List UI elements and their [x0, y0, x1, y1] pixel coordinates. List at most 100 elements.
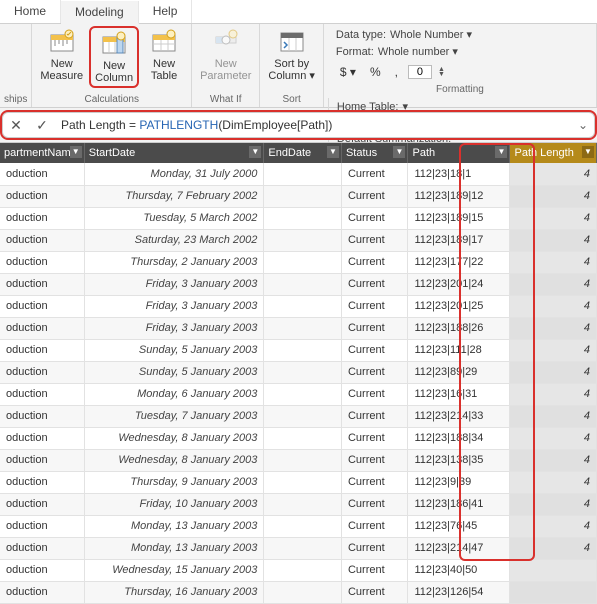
cell-path: 112|23|18|1 [408, 163, 510, 185]
new-parameter-button: New Parameter [196, 26, 255, 84]
currency-format-button[interactable]: $ ▾ [336, 64, 360, 80]
col-header-startdate[interactable]: StartDate▼ [84, 143, 264, 163]
new-measure-button[interactable]: New Measure [36, 26, 87, 84]
cell-status: Current [341, 339, 408, 361]
cell-startdate: Tuesday, 7 January 2003 [84, 405, 264, 427]
filter-icon[interactable]: ▼ [495, 146, 507, 158]
table-row[interactable]: oductionMonday, 13 January 2003Current11… [0, 515, 597, 537]
filter-icon[interactable]: ▼ [393, 146, 405, 158]
cell-status: Current [341, 229, 408, 251]
table-row[interactable]: oductionMonday, 6 January 2003Current112… [0, 383, 597, 405]
tab-help[interactable]: Help [139, 0, 193, 23]
table-row[interactable]: oductionThursday, 2 January 2003Current1… [0, 251, 597, 273]
cell-status: Current [341, 207, 408, 229]
formula-input[interactable]: Path Length = PATHLENGTH(DimEmployee[Pat… [55, 116, 572, 135]
cell-startdate: Sunday, 5 January 2003 [84, 361, 264, 383]
table-row[interactable]: oductionFriday, 3 January 2003Current112… [0, 273, 597, 295]
group-calculations-label: Calculations [36, 94, 187, 106]
cell-status: Current [341, 427, 408, 449]
format-dropdown[interactable]: Format: Whole number ▾ [336, 45, 584, 58]
cell-enddate [264, 339, 342, 361]
cell-startdate: Thursday, 9 January 2003 [84, 471, 264, 493]
tab-home[interactable]: Home [0, 0, 61, 23]
cell-startdate: Sunday, 5 January 2003 [84, 339, 264, 361]
table-row[interactable]: oductionWednesday, 8 January 2003Current… [0, 427, 597, 449]
cell-status: Current [341, 581, 408, 603]
table-row[interactable]: oductionSaturday, 23 March 2002Current11… [0, 229, 597, 251]
col-header-department[interactable]: partmentName▼ [0, 143, 84, 163]
filter-icon[interactable]: ▼ [70, 146, 82, 158]
table-row[interactable]: oductionFriday, 3 January 2003Current112… [0, 317, 597, 339]
table-row[interactable]: oductionThursday, 16 January 2003Current… [0, 581, 597, 603]
cell-pathlength: 4 [510, 163, 597, 185]
filter-icon[interactable]: ▼ [582, 146, 594, 158]
datatype-dropdown[interactable]: Data type: Whole Number ▾ [336, 28, 584, 41]
parameter-icon [212, 28, 240, 56]
table-row[interactable]: oductionWednesday, 15 January 2003Curren… [0, 559, 597, 581]
cell-enddate [264, 559, 342, 581]
tab-modeling[interactable]: Modeling [61, 1, 139, 24]
cell-pathlength: 4 [510, 537, 597, 559]
comma-format-button[interactable]: , [391, 64, 402, 80]
cell-pathlength: 4 [510, 251, 597, 273]
formula-expand-button[interactable]: ⌄ [572, 118, 594, 132]
formula-cancel-button[interactable]: ✕ [3, 117, 29, 134]
table-row[interactable]: oductionFriday, 10 January 2003Current11… [0, 493, 597, 515]
cell-department: oduction [0, 515, 84, 537]
col-header-status[interactable]: Status▼ [341, 143, 408, 163]
cell-path: 112|23|177|22 [408, 251, 510, 273]
percent-format-button[interactable]: % [366, 64, 385, 80]
cell-status: Current [341, 361, 408, 383]
cell-pathlength: 4 [510, 449, 597, 471]
cell-enddate [264, 515, 342, 537]
table-row[interactable]: oductionThursday, 9 January 2003Current1… [0, 471, 597, 493]
cell-enddate [264, 427, 342, 449]
cell-startdate: Friday, 10 January 2003 [84, 493, 264, 515]
table-row[interactable]: oductionMonday, 13 January 2003Current11… [0, 537, 597, 559]
cell-department: oduction [0, 471, 84, 493]
new-table-button[interactable]: New Table [141, 26, 187, 84]
col-header-enddate[interactable]: EndDate▼ [264, 143, 342, 163]
cell-startdate: Wednesday, 8 January 2003 [84, 449, 264, 471]
cell-path: 112|23|9|39 [408, 471, 510, 493]
ribbon-tabs: Home Modeling Help [0, 0, 597, 24]
decimal-spinner[interactable]: ▲▼ [438, 67, 445, 77]
table-row[interactable]: oductionTuesday, 5 March 2002Current112|… [0, 207, 597, 229]
filter-icon[interactable]: ▼ [249, 146, 261, 158]
table-row[interactable]: oductionFriday, 3 January 2003Current112… [0, 295, 597, 317]
cell-path: 112|23|188|26 [408, 317, 510, 339]
new-column-button[interactable]: New Column [89, 26, 139, 88]
cell-enddate [264, 295, 342, 317]
col-header-path[interactable]: Path▼ [408, 143, 510, 163]
cell-pathlength: 4 [510, 273, 597, 295]
filter-icon[interactable]: ▼ [327, 146, 339, 158]
cell-enddate [264, 383, 342, 405]
col-header-pathlength[interactable]: Path Length▼ [510, 143, 597, 163]
cell-pathlength: 4 [510, 207, 597, 229]
cell-path: 112|23|186|41 [408, 493, 510, 515]
cell-path: 112|23|89|29 [408, 361, 510, 383]
cell-status: Current [341, 273, 408, 295]
cell-pathlength: 4 [510, 405, 597, 427]
table-row[interactable]: oductionMonday, 31 July 2000Current112|2… [0, 163, 597, 185]
cell-department: oduction [0, 185, 84, 207]
cell-path: 112|23|188|34 [408, 427, 510, 449]
table-row[interactable]: oductionThursday, 7 February 2002Current… [0, 185, 597, 207]
cell-enddate [264, 471, 342, 493]
table-row[interactable]: oductionSunday, 5 January 2003Current112… [0, 361, 597, 383]
cell-status: Current [341, 383, 408, 405]
cell-enddate [264, 537, 342, 559]
sort-by-column-button[interactable]: Sort by Column ▾ [264, 26, 318, 84]
decimal-places-input[interactable] [408, 65, 432, 79]
cell-department: oduction [0, 405, 84, 427]
ribbon: ships New Measure New Column New Table [0, 24, 597, 108]
table-row[interactable]: oductionSunday, 5 January 2003Current112… [0, 339, 597, 361]
cell-pathlength: 4 [510, 515, 597, 537]
table-row[interactable]: oductionWednesday, 8 January 2003Current… [0, 449, 597, 471]
cell-path: 112|23|214|47 [408, 537, 510, 559]
cell-path: 112|23|201|24 [408, 273, 510, 295]
formula-commit-button[interactable]: ✓ [29, 117, 55, 134]
table-row[interactable]: oductionTuesday, 7 January 2003Current11… [0, 405, 597, 427]
cell-enddate [264, 185, 342, 207]
cell-status: Current [341, 251, 408, 273]
